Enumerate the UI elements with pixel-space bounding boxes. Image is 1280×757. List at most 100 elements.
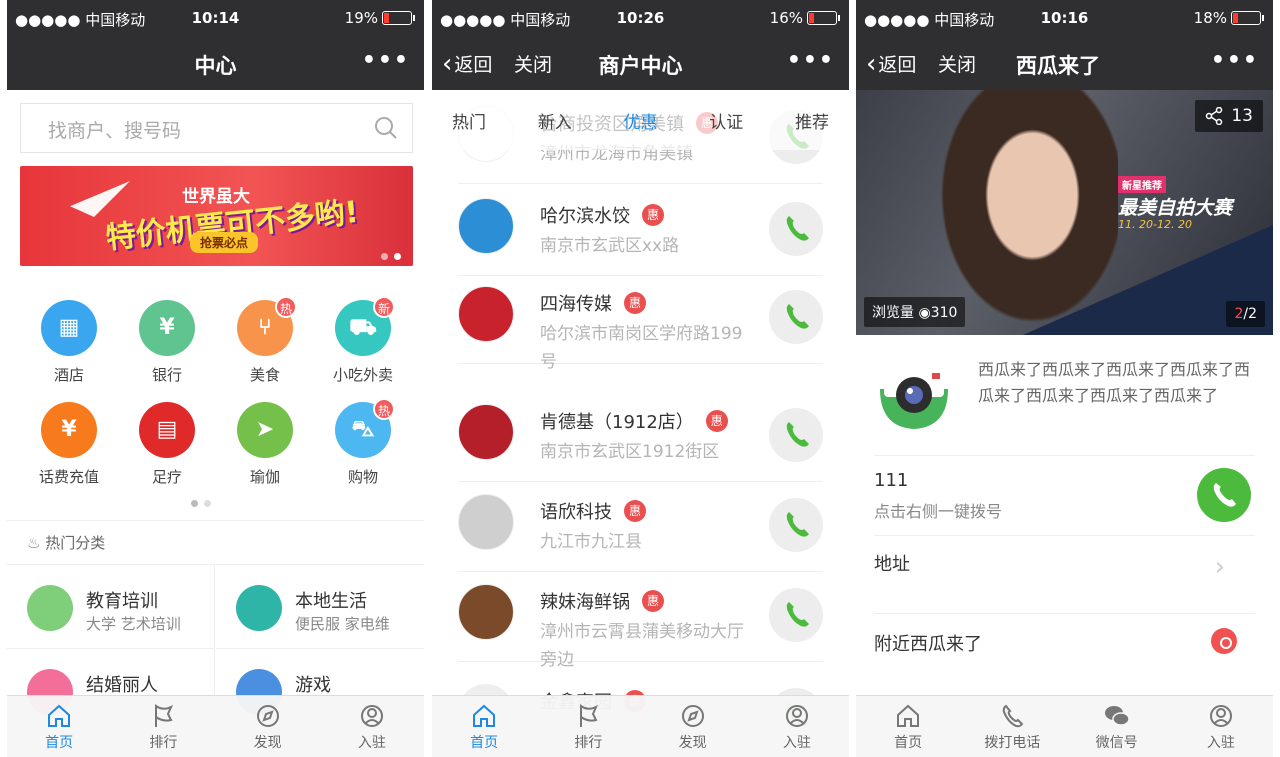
- phone-row: 111 点击右侧一键拨号: [874, 455, 1255, 535]
- tab-certified[interactable]: 认证: [709, 108, 743, 150]
- tab-join[interactable]: 入驻: [745, 696, 849, 757]
- flag-icon: [155, 704, 174, 727]
- grid-item-food[interactable]: ⑂ 热美食: [216, 296, 314, 385]
- call-button[interactable]: [769, 202, 823, 256]
- grid-item-yoga[interactable]: ➤ 瑜伽: [216, 402, 314, 487]
- search-input[interactable]: 找商户、搜号码: [20, 103, 413, 153]
- phone-icon: [786, 304, 809, 329]
- phone-icon: [786, 602, 809, 627]
- promo-banner[interactable]: 世界虽大 特价机票可不多哟! 抢票必点: [20, 166, 413, 266]
- call-button[interactable]: [1197, 468, 1251, 522]
- hot-title: 热门分类: [45, 534, 106, 552]
- shopping-bag-icon: ⛍ 热: [335, 398, 395, 458]
- category-local-life[interactable]: 本地生活 便民服 家电维: [216, 564, 424, 648]
- compass-icon: [256, 705, 279, 727]
- grid-item-shopping[interactable]: ⛍ 热购物: [314, 398, 412, 487]
- close-button[interactable]: 关闭: [938, 50, 976, 77]
- tab-ranking[interactable]: 排行: [111, 696, 215, 757]
- phone-merchant-center: ●●●●● 中国移动 10:26 16% ‹返回 关闭 商户中心 ••• 台商投…: [432, 0, 849, 757]
- tab-hot[interactable]: 热门: [452, 108, 486, 150]
- nearby-row[interactable]: 附近西瓜来了: [874, 613, 1255, 669]
- phone-number: 111: [874, 470, 909, 491]
- more-icon[interactable]: •••: [1211, 48, 1259, 73]
- nearby-label: 附近西瓜来了: [874, 634, 982, 655]
- merchant-row[interactable]: 辣妹海鲜锅惠漳州市云霄县蒲美移动大厅旁边: [458, 570, 823, 670]
- more-icon[interactable]: •••: [362, 48, 410, 73]
- camera-logo-icon: [880, 373, 948, 429]
- share-button[interactable]: 13: [1195, 100, 1263, 132]
- tab-discount[interactable]: 优惠: [624, 108, 658, 150]
- tab-join[interactable]: 入驻: [1169, 696, 1273, 757]
- discount-badge: 惠: [642, 590, 664, 612]
- home-icon: [48, 704, 71, 727]
- phone-icon: [786, 422, 809, 447]
- phone-home: ●●●●● 中国移动 10:14 19% 中心 ••• 找商户、搜号码 世界虽大…: [7, 0, 424, 757]
- hero-carousel[interactable]: 新星推荐 最美自拍大赛 11. 20-12. 20 13 浏览量 ◉310 2/…: [856, 90, 1273, 335]
- tab-recommended[interactable]: 推荐: [795, 108, 829, 150]
- status-bar: ●●●●● 中国移动 10:14 19%: [7, 0, 424, 38]
- battery-percent: 16%: [769, 9, 803, 27]
- call-button[interactable]: [769, 290, 823, 344]
- tab-call[interactable]: 拨打电话: [960, 696, 1064, 757]
- tab-ranking[interactable]: 排行: [536, 696, 640, 757]
- grid-item-hotel[interactable]: ▦ 酒店: [20, 300, 118, 385]
- view-count: 浏览量 ◉310: [864, 297, 966, 327]
- grid-item-takeout[interactable]: ⛟ 新小吃外卖: [314, 296, 412, 385]
- share-count: 13: [1231, 106, 1253, 126]
- tab-new[interactable]: 新入: [538, 108, 572, 150]
- bottom-tab-bar: 首页 排行 发现 入驻: [432, 695, 849, 757]
- status-bar: ●●●●● 中国移动 10:16 18%: [856, 0, 1273, 38]
- shop-intro: 西瓜来了西瓜来了西瓜来了西瓜来了西瓜来了西瓜来了西瓜来了西瓜来了: [856, 335, 1273, 455]
- new-badge: 新: [373, 296, 395, 318]
- tab-discover[interactable]: 发现: [641, 696, 745, 757]
- grid-item-bank[interactable]: ¥ 银行: [118, 300, 216, 385]
- hero-title: 最美自拍大赛: [1118, 197, 1233, 219]
- phone-hint: 点击右侧一键拨号: [874, 502, 1003, 521]
- fire-icon: ♨: [27, 534, 41, 552]
- tab-home[interactable]: 首页: [432, 696, 536, 757]
- back-button[interactable]: ‹ 返回: [866, 50, 916, 77]
- scooter-icon: ⛟ 新: [335, 296, 395, 356]
- eye-icon: ◉: [918, 305, 931, 321]
- category-education[interactable]: 教育培训 大学 艺术培训: [7, 564, 215, 648]
- merchant-row[interactable]: 哈尔滨水饺惠南京市玄武区xx路: [458, 184, 823, 276]
- battery: 16%: [769, 9, 840, 27]
- battery-percent: 19%: [344, 9, 378, 27]
- merchant-name: 肯德基（1912店）: [540, 412, 694, 433]
- tab-discover[interactable]: 发现: [216, 696, 320, 757]
- wechat-icon: [1104, 706, 1130, 726]
- call-button[interactable]: [769, 498, 823, 552]
- call-button[interactable]: [769, 408, 823, 462]
- nav-bar: ‹ 返回 关闭 商户中心 •••: [432, 38, 849, 90]
- nav-bar: ‹ 返回 关闭 西瓜来了 •••: [856, 38, 1273, 90]
- more-icon[interactable]: •••: [787, 48, 835, 73]
- home-icon: [473, 704, 496, 727]
- hot-badge: 热: [275, 296, 297, 318]
- address-row[interactable]: 地址 ›: [874, 535, 1255, 613]
- filter-tabs: 热门 新入 优惠 认证 推荐: [432, 90, 849, 150]
- tab-wechat[interactable]: 微信号: [1065, 696, 1169, 757]
- grid-item-topup[interactable]: ¥ 话费充值: [20, 402, 118, 487]
- merchant-address: 南京市玄武区1912街区: [540, 442, 720, 462]
- battery-icon: [807, 11, 840, 25]
- phone-call-icon: [1003, 704, 1024, 728]
- hotel-icon: ▦: [41, 300, 97, 356]
- merchant-logo: [458, 584, 514, 640]
- share-icon: [1206, 107, 1223, 125]
- merchant-row[interactable]: 肯德基（1912店） 惠南京市玄武区1912街区: [458, 390, 823, 482]
- merchant-row[interactable]: 语欣科技惠九江市九江县: [458, 480, 823, 572]
- education-icon: [27, 585, 73, 631]
- phone-topup-icon: ¥: [41, 402, 97, 458]
- tab-join[interactable]: 入驻: [320, 696, 424, 757]
- phone-icon: [1213, 483, 1236, 507]
- merchant-row[interactable]: 四海传媒惠哈尔滨市南岗区学府路199号: [458, 272, 823, 372]
- shop-description: 西瓜来了西瓜来了西瓜来了西瓜来了西瓜来了西瓜来了西瓜来了西瓜来了: [978, 360, 1251, 405]
- call-button[interactable]: [769, 588, 823, 642]
- food-icon: ⑂ 热: [237, 296, 297, 356]
- user-icon: [785, 705, 808, 727]
- grid-pager: [191, 500, 211, 507]
- merchant-address: 漳州市云霄县蒲美移动大厅旁边: [540, 622, 744, 670]
- tab-home[interactable]: 首页: [7, 696, 111, 757]
- grid-item-foot-massage[interactable]: ▤ 足疗: [118, 402, 216, 487]
- tab-home[interactable]: 首页: [856, 696, 960, 757]
